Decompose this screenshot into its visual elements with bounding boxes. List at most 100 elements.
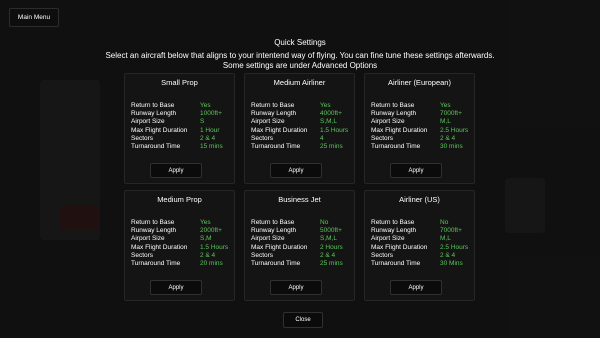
card-title: Airliner (European) [388, 78, 451, 87]
main-menu-button[interactable]: Main Menu [9, 8, 59, 27]
setting-row: Max Flight Duration 2 Hours [251, 244, 351, 252]
setting-label: Airport Size [251, 118, 285, 126]
setting-row: Sectors 4 [251, 135, 351, 143]
setting-row: Runway Length 7000ft+ [371, 227, 471, 235]
setting-row: Sectors 2 & 4 [371, 252, 471, 260]
setting-label: Airport Size [131, 118, 165, 126]
setting-value: 30 Mins [440, 259, 463, 267]
setting-label: Airport Size [371, 118, 405, 126]
setting-value: 2 Hours [320, 243, 343, 251]
apply-button-small-prop[interactable]: Apply [150, 163, 202, 178]
setting-value: 2 & 4 [320, 251, 336, 259]
setting-value: 25 mins [320, 142, 343, 150]
setting-label: Return to Base [251, 102, 295, 109]
apply-button-medium-prop[interactable]: Apply [150, 280, 202, 295]
setting-value: S,M,L [320, 235, 337, 243]
setting-value: Yes [200, 219, 211, 226]
setting-label: Max Flight Duration [251, 126, 308, 134]
close-button[interactable]: Close [283, 312, 323, 328]
setting-row: Sectors 2 & 4 [131, 252, 231, 260]
setting-label: Return to Base [371, 102, 415, 109]
setting-row: Turnaround Time 20 mins [131, 260, 231, 268]
setting-label: Airport Size [371, 235, 405, 243]
setting-label: Sectors [251, 251, 274, 259]
setting-label: Sectors [371, 251, 394, 259]
setting-label: Runway Length [131, 227, 177, 235]
subtitle-line-1: Select an aircraft below that aligns to … [105, 51, 495, 60]
setting-row: Sectors 2 & 4 [131, 135, 231, 143]
setting-label: Turnaround Time [131, 259, 181, 267]
setting-row: Return to Base No [251, 219, 351, 227]
setting-value: No [320, 219, 329, 226]
setting-row: Runway Length 5000ft+ [251, 227, 351, 235]
setting-label: Return to Base [131, 219, 175, 226]
setting-row: Return to Base No [371, 219, 471, 227]
setting-value: 2 & 4 [440, 251, 456, 259]
page-subtitle: Select an aircraft below that aligns to … [0, 51, 600, 70]
setting-row: Runway Length 2000ft+ [131, 227, 231, 235]
setting-label: Return to Base [251, 219, 295, 226]
preset-card-business-jet: Business Jet Return to Base No Runway Len… [244, 190, 355, 301]
subtitle-line-2: Some settings are under Advanced Options [222, 60, 378, 70]
setting-label: Return to Base [371, 219, 415, 226]
setting-row: Airport Size S,M,L [251, 235, 351, 243]
setting-label: Turnaround Time [371, 259, 421, 267]
setting-label: Max Flight Duration [371, 243, 428, 251]
setting-row: Sectors 2 & 4 [251, 252, 351, 260]
setting-row: Runway Length 1000ft+ [131, 110, 231, 118]
setting-value: 4 [320, 134, 324, 142]
apply-button-business-jet[interactable]: Apply [270, 280, 322, 295]
setting-label: Runway Length [251, 110, 297, 118]
apply-button-airliner-european[interactable]: Apply [390, 163, 442, 178]
apply-button-medium-airliner[interactable]: Apply [270, 163, 322, 178]
setting-value: S,M [200, 235, 212, 243]
setting-label: Max Flight Duration [371, 126, 428, 134]
setting-value: 7000ft+ [440, 110, 462, 118]
setting-label: Max Flight Duration [131, 243, 188, 251]
setting-row: Return to Base Yes [131, 219, 231, 227]
setting-label: Sectors [371, 134, 394, 142]
settings-list: Return to Base Yes Runway Length 1000ft+ A… [131, 102, 231, 151]
card-title: Medium Airliner [273, 78, 326, 87]
setting-value: 2.5 Hours [440, 126, 469, 134]
preset-card-medium-airliner: Medium Airliner Return to Base Yes Runway… [244, 73, 355, 184]
setting-value: Yes [320, 102, 331, 109]
setting-row: Runway Length 7000ft+ [371, 110, 471, 118]
apply-button-airliner-us[interactable]: Apply [390, 280, 442, 295]
setting-label: Max Flight Duration [131, 126, 188, 134]
card-title: Medium Prop [157, 195, 202, 204]
setting-label: Airport Size [251, 235, 285, 243]
setting-value: 2.5 Hours [440, 243, 469, 251]
setting-value: 7000ft+ [440, 227, 462, 235]
setting-row: Airport Size M,L [371, 235, 471, 243]
setting-row: Turnaround Time 25 mins [251, 143, 351, 151]
setting-label: Airport Size [131, 235, 165, 243]
setting-value: M,L [440, 235, 451, 243]
setting-value: M,L [440, 118, 451, 126]
setting-label: Sectors [131, 134, 154, 142]
settings-list: Return to Base No Runway Length 7000ft+ Ai… [371, 219, 471, 268]
card-title: Small Prop [161, 78, 198, 87]
card-title: Airliner (US) [399, 195, 440, 204]
setting-value: 1 Hour [200, 126, 220, 134]
setting-row: Airport Size M,L [371, 118, 471, 126]
setting-value: 2 & 4 [200, 134, 216, 142]
setting-label: Return to Base [131, 102, 175, 109]
setting-row: Max Flight Duration 2.5 Hours [371, 127, 471, 135]
setting-value: S [200, 118, 205, 126]
setting-label: Runway Length [131, 110, 177, 118]
setting-value: 1.5 Hours [320, 126, 349, 134]
setting-value: 2 & 4 [440, 134, 456, 142]
setting-row: Airport Size S,M,L [251, 118, 351, 126]
preset-card-airliner-us: Airliner (US) Return to Base No Runway Le… [364, 190, 475, 301]
setting-label: Turnaround Time [251, 142, 301, 150]
setting-value: No [440, 219, 449, 226]
preset-card-small-prop: Small Prop Return to Base Yes Runway Leng… [124, 73, 235, 184]
setting-row: Max Flight Duration 2.5 Hours [371, 244, 471, 252]
setting-value: S,M,L [320, 118, 337, 126]
setting-row: Turnaround Time 15 mins [131, 143, 231, 151]
setting-label: Turnaround Time [371, 142, 421, 150]
settings-list: Return to Base No Runway Length 5000ft+ Ai… [251, 219, 351, 268]
setting-label: Runway Length [251, 227, 297, 235]
setting-label: Max Flight Duration [251, 243, 308, 251]
